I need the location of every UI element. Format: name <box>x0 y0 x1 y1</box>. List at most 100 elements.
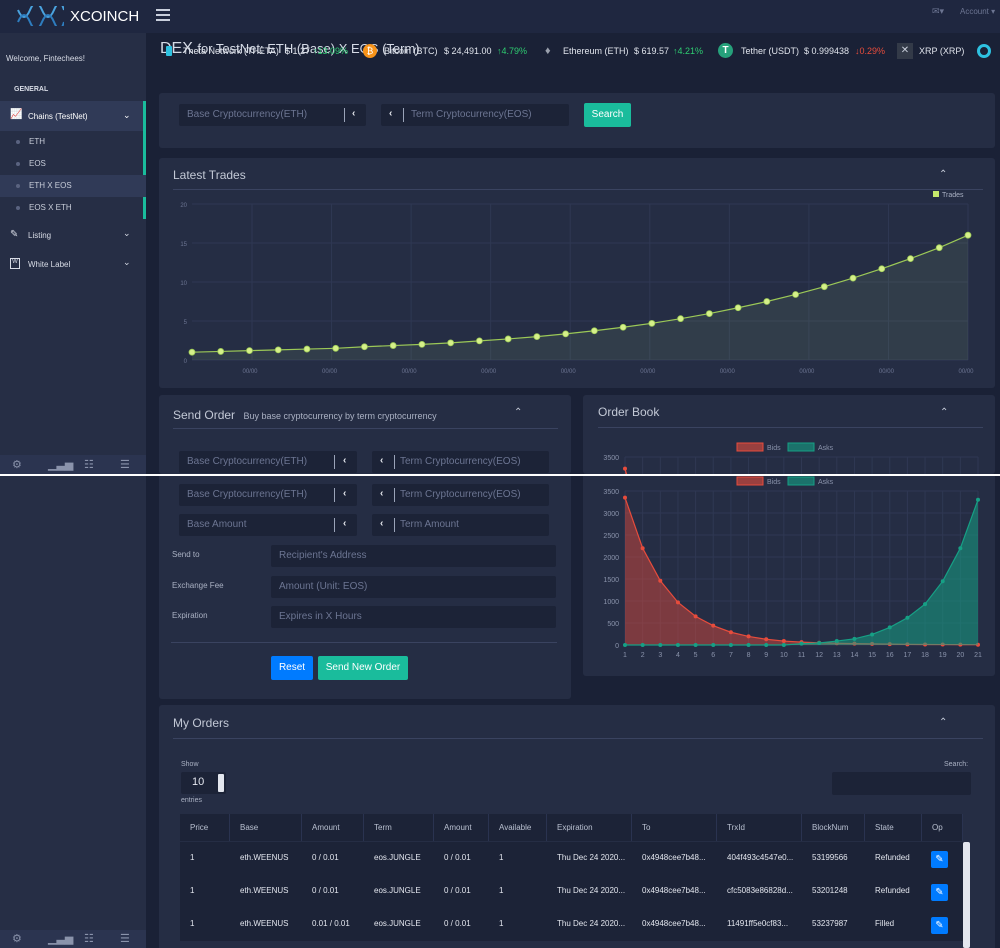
x-tick-label: 15 <box>868 652 876 659</box>
recipient-address-field[interactable]: Recipient's Address <box>271 545 556 567</box>
column-header[interactable]: Op <box>922 814 963 841</box>
signal-icon[interactable]: ▁▃▅ <box>48 458 73 471</box>
entries-select[interactable]: 10 <box>181 772 226 794</box>
data-point <box>763 298 771 305</box>
table-cell: Refunded <box>875 886 910 895</box>
sidebar-subitem-eos[interactable]: EOS <box>0 153 146 175</box>
base-currency-select[interactable]: Base Cryptocurrency(ETH) ‹ <box>179 451 357 473</box>
base-currency-select[interactable]: Base Cryptocurrency(ETH) ‹ <box>179 484 357 506</box>
expiration-field[interactable]: Expires in X Hours <box>271 606 556 628</box>
chevron-down-icon: ⌄ <box>123 228 131 238</box>
column-header[interactable]: Amount <box>434 814 489 841</box>
ticker-price: $ 1.27 <box>285 46 311 56</box>
sidebar-footer: ⚙ ▁▃▅ ☷ ☰ <box>0 455 146 474</box>
column-header[interactable]: State <box>865 814 922 841</box>
order-book-chart: 3500 Bids Asks <box>603 442 979 474</box>
sidebar-section-general: GENERAL <box>14 86 49 93</box>
data-point <box>623 643 627 647</box>
edit-icon[interactable]: ✎ <box>931 884 948 901</box>
menu-toggle-icon[interactable] <box>156 9 170 21</box>
data-point <box>332 344 340 352</box>
brand[interactable]: XCOINCH <box>0 0 146 33</box>
bitcoin-icon: ₿ <box>363 44 377 58</box>
column-header[interactable]: Price <box>180 814 230 841</box>
data-point <box>887 625 892 630</box>
collapse-icon[interactable]: ⌃ <box>514 407 522 418</box>
sidebar-item-white-label[interactable]: W White Label ⌄ <box>0 254 146 276</box>
table-search-input[interactable] <box>832 772 971 795</box>
coin-icon <box>977 44 991 58</box>
sidebar-item-listing[interactable]: ✎ Listing ⌄ <box>0 225 146 247</box>
term-currency-select[interactable]: ‹ Term Cryptocurrency(EOS) <box>372 484 549 506</box>
exchange-fee-field[interactable]: Amount (Unit: EOS) <box>271 576 556 598</box>
reset-button[interactable]: Reset <box>271 656 313 680</box>
chevron-down-icon: ⌄ <box>123 110 131 120</box>
data-point <box>923 602 928 607</box>
collapse-icon[interactable]: ⌃ <box>939 169 947 180</box>
column-header[interactable]: Available <box>489 814 547 841</box>
x-tick-label: 3 <box>658 652 662 659</box>
data-point <box>711 623 716 628</box>
collapse-icon[interactable]: ⌃ <box>940 407 948 418</box>
collapse-icon[interactable]: ⌃ <box>939 717 947 728</box>
settings-icon[interactable]: ⚙ <box>12 458 22 471</box>
list-icon[interactable]: ☰ <box>120 458 130 471</box>
data-point <box>504 335 512 343</box>
column-header[interactable]: Base <box>230 814 302 841</box>
column-header[interactable]: BlockNum <box>802 814 865 841</box>
data-point <box>781 643 786 647</box>
term-currency-select[interactable]: ‹ Term Cryptocurrency(EOS) <box>381 104 569 126</box>
column-header[interactable]: Term <box>364 814 434 841</box>
bullet-icon <box>16 162 20 166</box>
sidebar-item-chains[interactable]: 📈 Chains (TestNet) ⌄ <box>0 101 146 131</box>
sidebar-subitem-eth[interactable]: ETH <box>0 131 146 153</box>
signal-icon[interactable]: ▁▃▅ <box>48 932 73 945</box>
x-tick-label: 14 <box>851 652 859 659</box>
edit-icon[interactable]: ✎ <box>931 851 948 868</box>
list-icon[interactable]: ☰ <box>120 932 130 945</box>
data-point <box>940 579 945 584</box>
column-header[interactable]: To <box>632 814 717 841</box>
scrollbar[interactable] <box>963 842 970 948</box>
x-tick-label: 00/00 <box>720 369 736 375</box>
table-cell: 0 / 0.01 <box>444 886 471 895</box>
data-point <box>303 345 311 353</box>
edit-icon[interactable]: ✎ <box>931 917 948 934</box>
table-cell: 0x4948cee7b48... <box>642 853 706 862</box>
table-cell: 0 / 0.01 <box>312 853 339 862</box>
column-header[interactable]: Amount <box>302 814 364 841</box>
data-point <box>274 346 282 354</box>
column-header[interactable]: TrxId <box>717 814 802 841</box>
chevron-down-icon: ⌄ <box>123 257 131 267</box>
mail-icon[interactable]: ✉▾ <box>932 6 944 17</box>
table-cell: 0.01 / 0.01 <box>312 919 350 928</box>
data-point <box>640 546 645 551</box>
term-currency-select[interactable]: ‹ Term Cryptocurrency(EOS) <box>372 451 549 473</box>
table-cell: 0 / 0.01 <box>312 886 339 895</box>
search-button[interactable]: Search <box>584 103 631 127</box>
data-point <box>693 614 698 619</box>
send-new-order-button[interactable]: Send New Order <box>318 656 408 680</box>
data-point <box>188 348 196 356</box>
base-currency-select[interactable]: Base Cryptocurrency(ETH) ‹ <box>179 104 366 126</box>
term-amount-field[interactable]: ‹ Term Amount <box>372 514 549 536</box>
column-header[interactable]: Expiration <box>547 814 632 841</box>
table-cell: 11491ff5e0cf83... <box>727 919 789 928</box>
expiration-label: Expiration <box>172 611 208 620</box>
tree-icon[interactable]: ☷ <box>84 458 94 471</box>
xrp-icon: ✕ <box>897 43 913 59</box>
y-tick-label: 1000 <box>603 599 619 606</box>
data-point <box>907 255 914 262</box>
account-menu[interactable]: Account ▾ <box>960 7 995 16</box>
data-point <box>476 337 483 345</box>
data-point <box>648 319 656 327</box>
tree-icon[interactable]: ☷ <box>84 932 94 945</box>
data-point <box>623 495 627 500</box>
sidebar-subitem-eos-x-eth[interactable]: EOS X ETH <box>0 197 146 219</box>
settings-icon[interactable]: ⚙ <box>12 932 22 945</box>
show-label: Show <box>181 761 199 768</box>
base-amount-field[interactable]: Base Amount ‹ <box>179 514 357 536</box>
sidebar-subitem-eth-x-eos[interactable]: ETH X EOS <box>0 175 146 197</box>
y-tick-label: 10 <box>180 281 187 287</box>
entries-label: entries <box>181 797 203 804</box>
